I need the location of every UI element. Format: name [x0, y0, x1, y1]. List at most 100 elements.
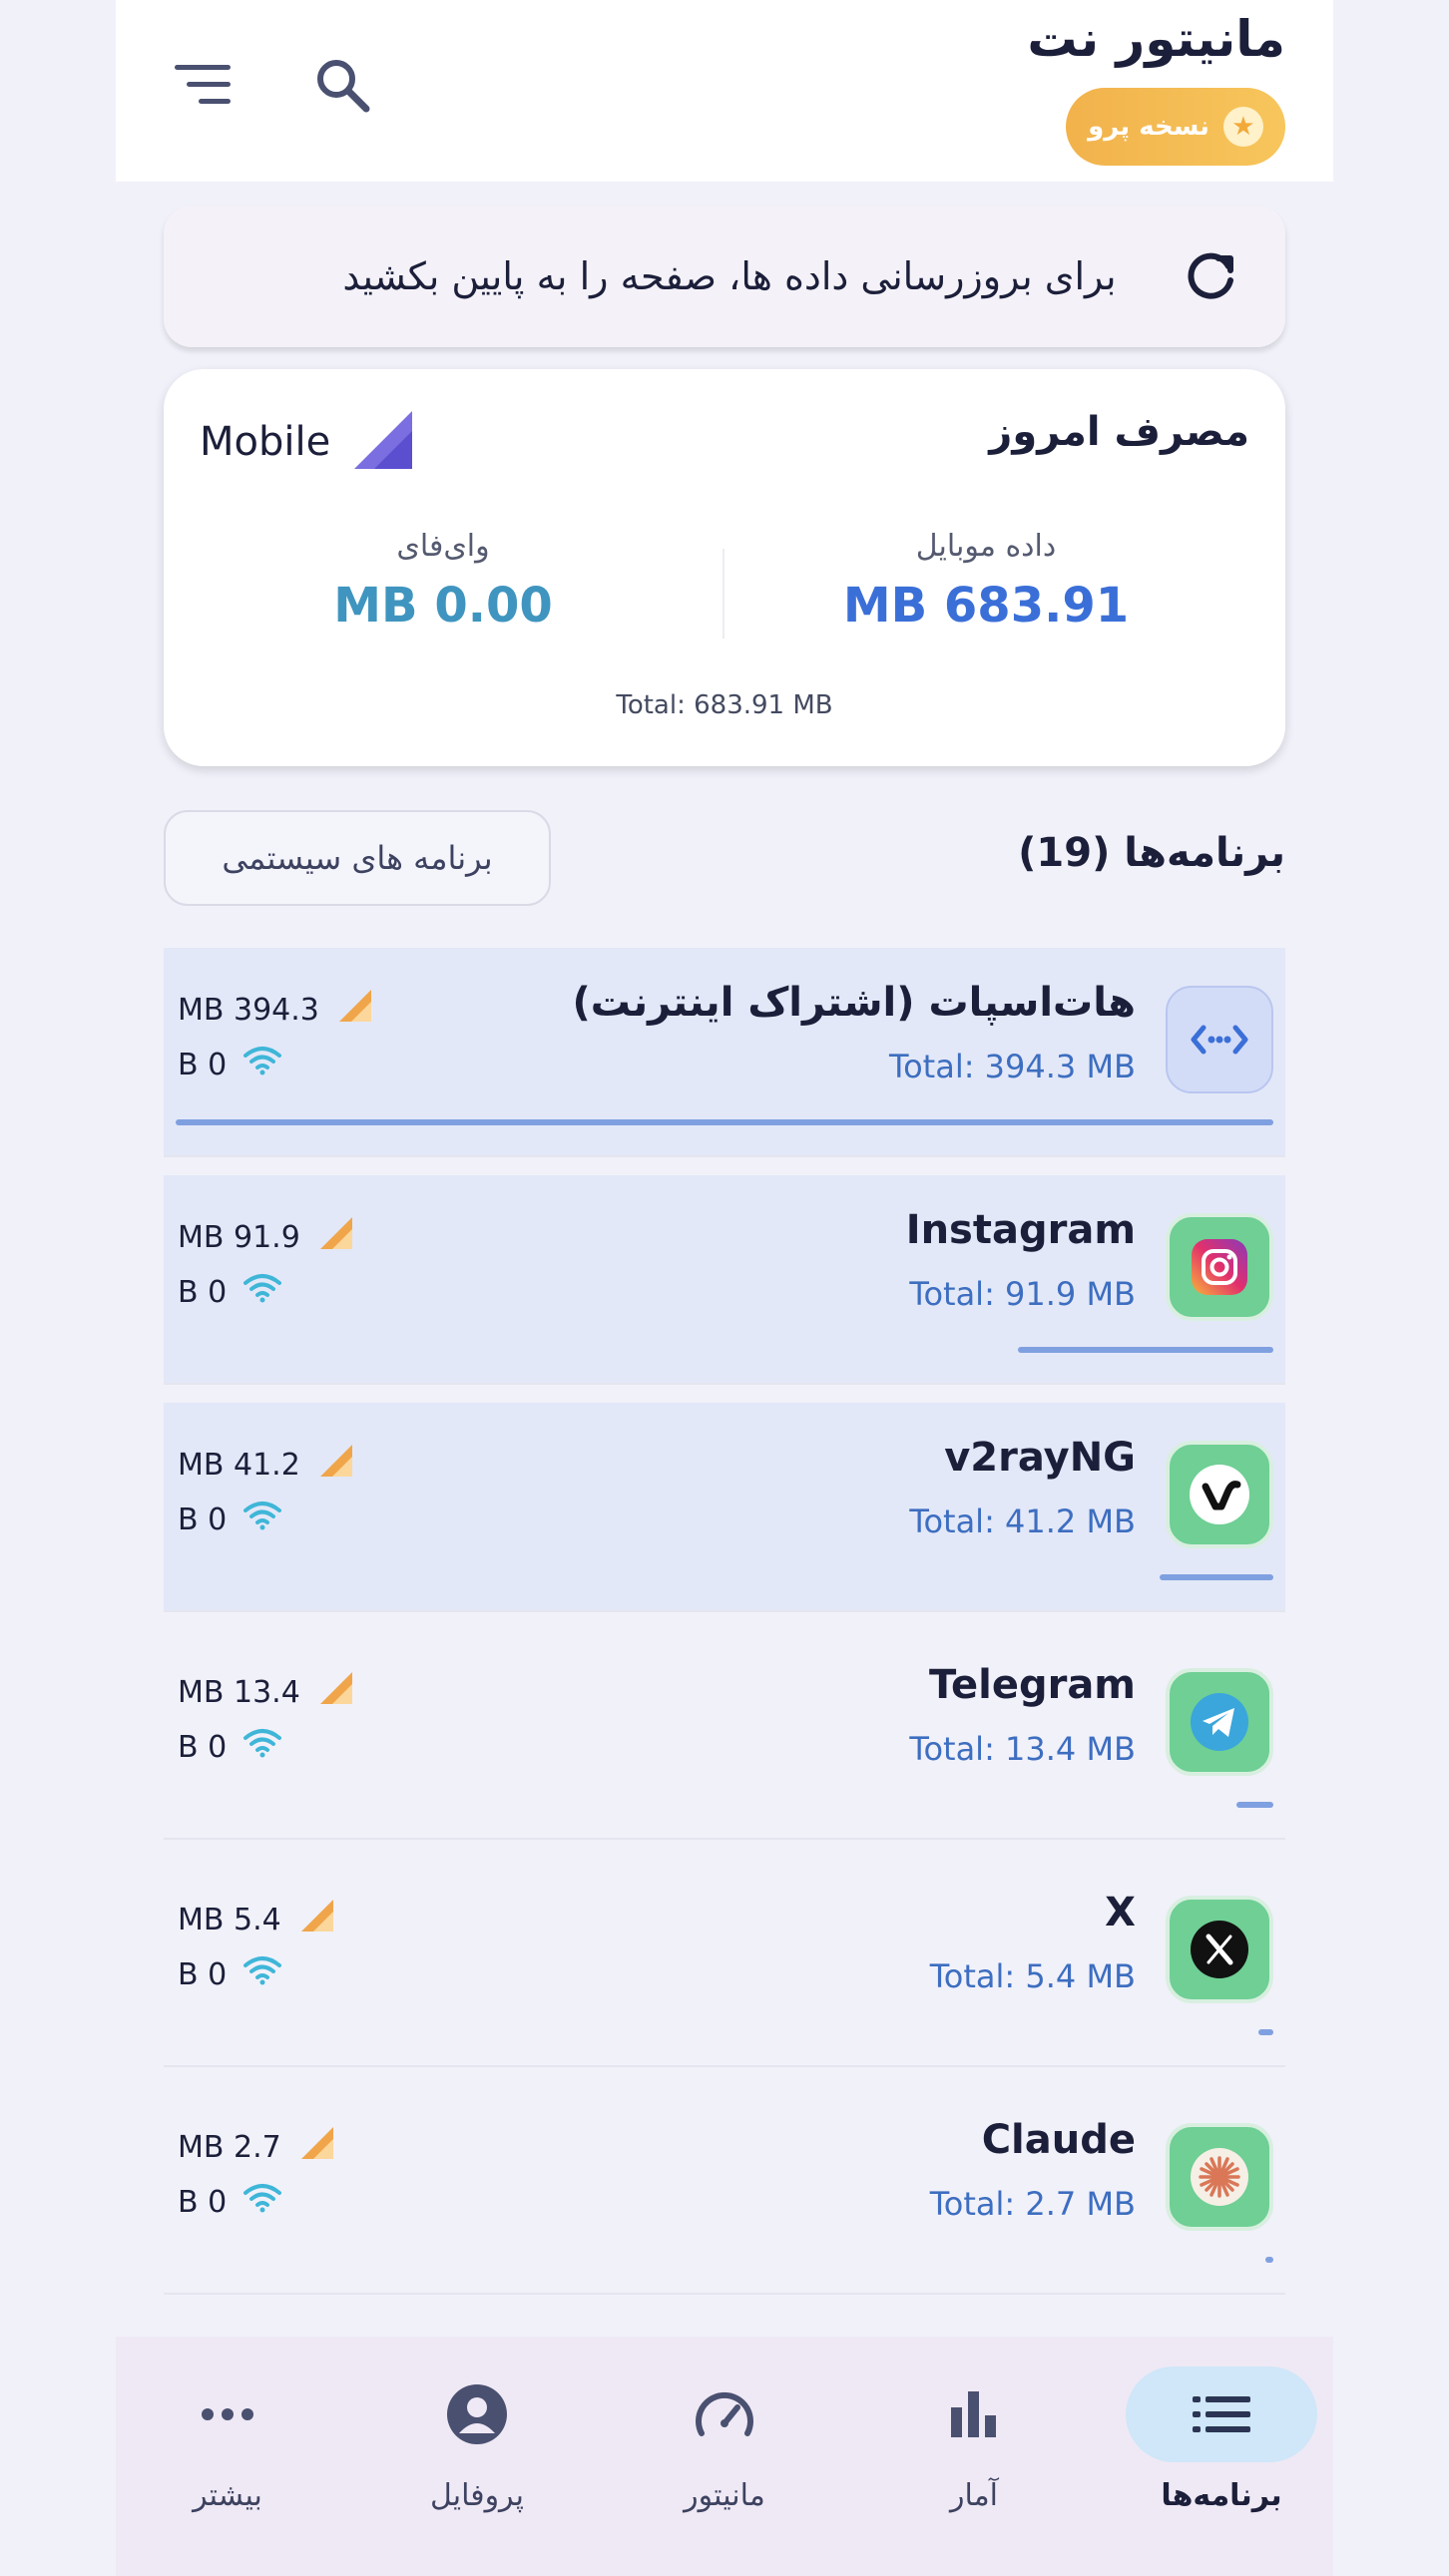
app-total: Total: 13.4 MB — [909, 1730, 1136, 1768]
bottom-navigation: برنامه‌ها آمار مانیتور — [116, 2337, 1333, 2576]
network-type-label: Mobile — [200, 419, 331, 465]
app-wifi-usage: B 0 — [178, 1046, 282, 1083]
app-row[interactable]: v2rayNG Total: 41.2 MB MB 41.2 B 0 — [164, 1403, 1285, 1612]
usage-share-bar — [1265, 2257, 1273, 2263]
usage-share-bar — [1159, 1574, 1273, 1580]
mobile-data-stat: داده موبایل MB 683.91 — [786, 529, 1186, 634]
usage-share-bar — [1235, 1802, 1273, 1808]
app-total: Total: 2.7 MB — [929, 2185, 1136, 2223]
search-icon[interactable] — [307, 50, 377, 120]
more-icon — [132, 2366, 323, 2462]
stat-divider — [723, 549, 724, 639]
app-wifi-value: B 0 — [178, 1956, 228, 1992]
app-shell: مانیتور نت ★ نسخه پرو برای بروزرسانی داد… — [116, 0, 1333, 2576]
app-mobile-usage: MB 91.9 — [178, 1215, 354, 1259]
app-mobile-usage: MB 394.3 — [178, 988, 373, 1032]
app-name: v2rayNG — [944, 1435, 1136, 1481]
hotspot-icon — [1166, 986, 1273, 1093]
refresh-hint-banner: برای بروزرسانی داده ها، صفحه را به پایین… — [164, 206, 1285, 347]
app-total: Total: 394.3 MB — [888, 1048, 1136, 1085]
app-name: هات‌اسپات (اشتراک اینترنت) — [572, 980, 1136, 1026]
app-mobile-usage: MB 41.2 — [178, 1443, 354, 1487]
profile-icon — [381, 2366, 573, 2462]
list-icon — [1126, 2366, 1317, 2462]
refresh-icon[interactable] — [1176, 241, 1245, 311]
signal-icon — [297, 2125, 335, 2169]
app-total: Total: 91.9 MB — [909, 1275, 1136, 1313]
instagram-icon — [1166, 1213, 1273, 1321]
app-row[interactable]: X Total: 5.4 MB MB 5.4 B 0 — [164, 1858, 1285, 2067]
claude-icon — [1166, 2123, 1273, 2231]
top-app-bar: مانیتور نت ★ نسخه پرو — [116, 0, 1333, 182]
app-total: Total: 41.2 MB — [909, 1503, 1136, 1540]
wifi-icon — [242, 2183, 282, 2221]
app-wifi-value: B 0 — [178, 1502, 228, 1537]
bar-chart-icon — [878, 2366, 1070, 2462]
nav-more-label: بیشتر — [193, 2478, 262, 2513]
app-mobile-value: MB 394.3 — [178, 992, 319, 1028]
app-row[interactable]: Telegram Total: 13.4 MB MB 13.4 B 0 — [164, 1630, 1285, 1840]
signal-icon — [316, 1443, 354, 1487]
nav-monitor[interactable]: مانیتور — [625, 2366, 824, 2536]
app-name: X — [1105, 1890, 1136, 1935]
app-mobile-value: MB 2.7 — [178, 2129, 281, 2165]
app-mobile-value: MB 5.4 — [178, 1902, 281, 1937]
app-row[interactable]: Claude Total: 2.7 MB MB 2.7 B 0 — [164, 2085, 1285, 2295]
app-row[interactable]: Instagram Total: 91.9 MB MB 91.9 B 0 — [164, 1175, 1285, 1385]
mobile-data-value: MB 683.91 — [842, 578, 1130, 634]
pro-version-label: نسخه پرو — [1088, 112, 1209, 142]
system-apps-button[interactable]: برنامه های سیستمی — [164, 810, 551, 906]
app-wifi-value: B 0 — [178, 1047, 228, 1082]
app-mobile-value: MB 13.4 — [178, 1674, 300, 1710]
app-name: Instagram — [905, 1207, 1136, 1253]
menu-icon[interactable] — [168, 50, 238, 120]
app-row[interactable]: هات‌اسپات (اشتراک اینترنت) Total: 394.3 … — [164, 948, 1285, 1157]
signal-icon — [316, 1670, 354, 1714]
signal-icon — [335, 988, 373, 1032]
wifi-icon — [242, 1728, 282, 1766]
wifi-label: وای‌فای — [396, 529, 490, 564]
wifi-icon — [242, 1273, 282, 1311]
app-wifi-usage: B 0 — [178, 1273, 282, 1311]
app-mobile-value: MB 91.9 — [178, 1219, 300, 1255]
app-wifi-usage: B 0 — [178, 1501, 282, 1538]
app-mobile-usage: MB 13.4 — [178, 1670, 354, 1714]
mobile-data-label: داده موبایل — [915, 529, 1057, 564]
today-usage-card: مصرف امروز Mobile داده موبایل MB 683.91 … — [164, 369, 1285, 766]
app-mobile-value: MB 41.2 — [178, 1447, 300, 1483]
app-wifi-usage: B 0 — [178, 1728, 282, 1766]
telegram-icon — [1166, 1668, 1273, 1776]
cellular-signal-icon — [352, 409, 414, 475]
nav-apps[interactable]: برنامه‌ها — [1122, 2366, 1321, 2536]
pro-version-button[interactable]: ★ نسخه پرو — [1066, 88, 1285, 166]
app-wifi-value: B 0 — [178, 1274, 228, 1310]
wifi-stat: وای‌فای MB 0.00 — [243, 529, 643, 634]
refresh-hint-text: برای بروزرسانی داده ها، صفحه را به پایین… — [342, 254, 1117, 298]
app-name: Claude — [981, 2117, 1136, 2163]
v2rayng-icon — [1166, 1441, 1273, 1548]
wifi-icon — [242, 1046, 282, 1083]
x-icon — [1166, 1896, 1273, 2003]
app-wifi-value: B 0 — [178, 1729, 228, 1765]
nav-stats[interactable]: آمار — [874, 2366, 1074, 2536]
signal-icon — [297, 1898, 335, 1941]
nav-more[interactable]: بیشتر — [128, 2366, 327, 2536]
usage-share-bar — [1257, 2029, 1273, 2035]
app-name: Telegram — [929, 1662, 1136, 1708]
nav-profile[interactable]: پروفایل — [377, 2366, 577, 2536]
wifi-icon — [242, 1955, 282, 1993]
medal-icon: ★ — [1222, 107, 1263, 147]
usage-share-bar — [1017, 1347, 1273, 1353]
app-mobile-usage: MB 2.7 — [178, 2125, 335, 2169]
wifi-icon — [242, 1501, 282, 1538]
nav-monitor-label: مانیتور — [684, 2478, 765, 2513]
wifi-value: MB 0.00 — [333, 578, 553, 634]
app-wifi-value: B 0 — [178, 2184, 228, 2220]
app-total: Total: 5.4 MB — [929, 1957, 1136, 1995]
signal-icon — [316, 1215, 354, 1259]
usage-total: Total: 683.91 MB — [616, 690, 833, 720]
network-type: Mobile — [200, 409, 414, 475]
app-wifi-usage: B 0 — [178, 1955, 282, 1993]
usage-share-bar — [176, 1119, 1273, 1125]
nav-profile-label: پروفایل — [430, 2478, 524, 2513]
